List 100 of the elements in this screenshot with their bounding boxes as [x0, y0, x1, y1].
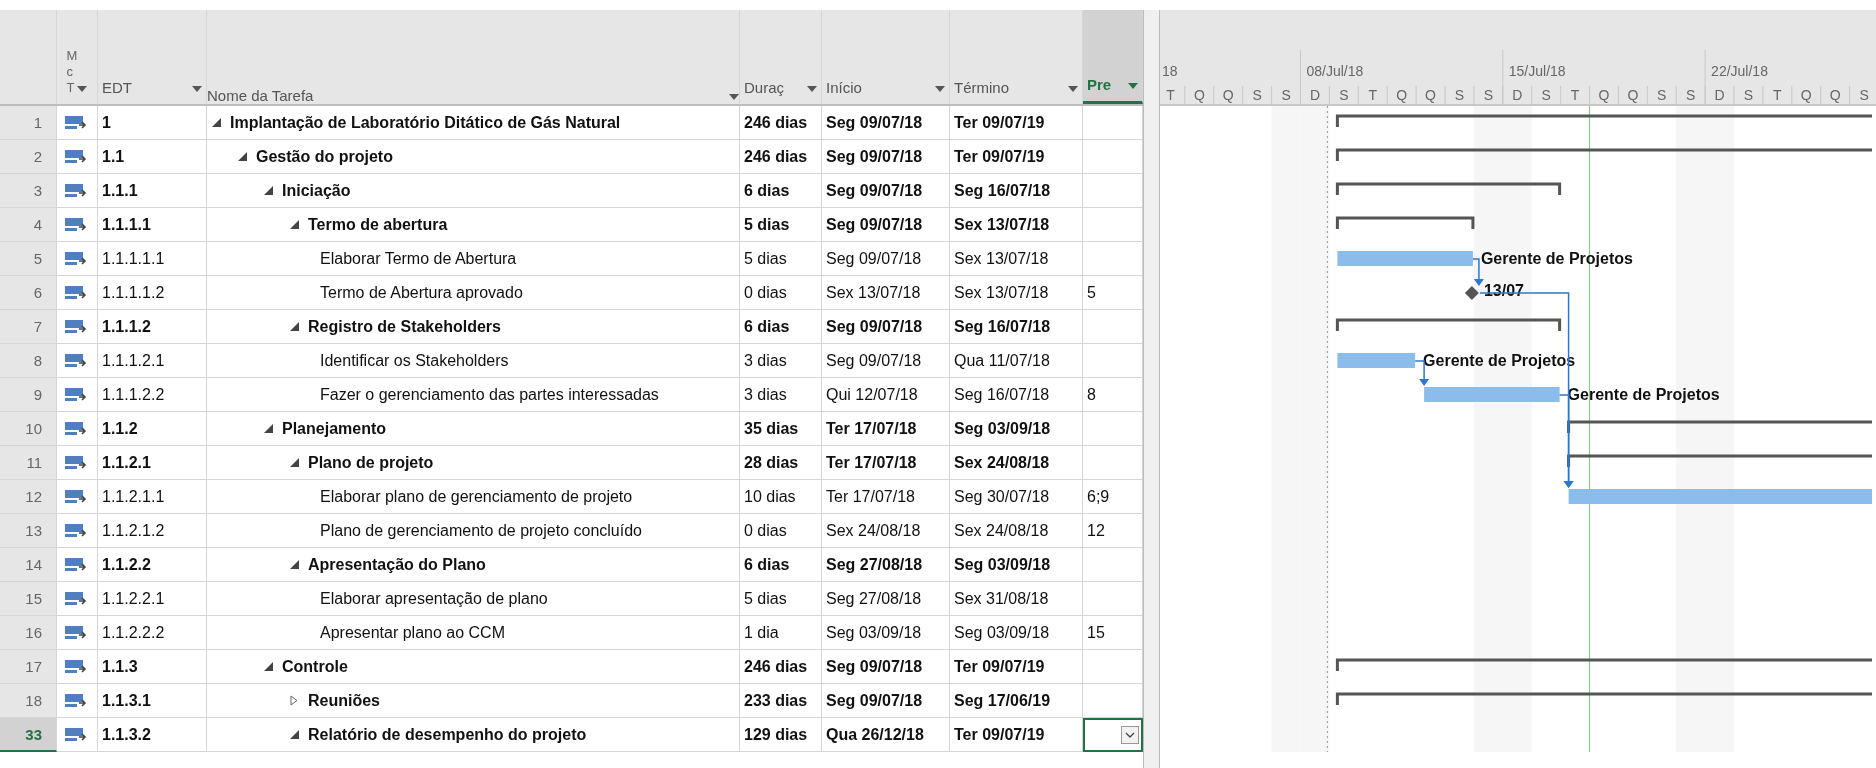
table-cell: Seg 30/07/18	[950, 480, 1083, 514]
day-label: Q	[1193, 87, 1205, 103]
summary-bar[interactable]	[1567, 454, 1872, 467]
expand-triangle-icon[interactable]	[290, 695, 298, 706]
task-name: Plano de gerenciamento de projeto concluído	[320, 521, 642, 540]
row-number[interactable]: 13	[0, 514, 57, 548]
task-mode-icon	[65, 725, 89, 744]
table-cell: Sex 24/08/18	[950, 514, 1083, 548]
collapse-triangle-icon[interactable]	[264, 186, 273, 195]
day-label: S	[1483, 87, 1493, 103]
day-label: T	[1773, 87, 1782, 103]
summary-bar[interactable]	[1335, 692, 1872, 705]
row-number[interactable]: 7	[0, 310, 57, 344]
row-number[interactable]: 6	[0, 276, 57, 310]
table-cell: Ter 09/07/19	[950, 106, 1083, 140]
table-cell: 1.1.3.1	[98, 684, 207, 718]
collapse-triangle-icon[interactable]	[290, 458, 299, 467]
row-number[interactable]: 8	[0, 344, 57, 378]
table-cell: 246 dias	[740, 106, 822, 140]
dropdown-arrow-icon[interactable]	[1068, 86, 1078, 92]
row-number[interactable]: 12	[0, 480, 57, 514]
collapse-triangle-icon[interactable]	[212, 118, 221, 127]
task-name: Fazer o gerenciamento das partes interessadas	[320, 385, 659, 404]
column-header[interactable]: Pre	[1083, 10, 1143, 104]
row-number[interactable]: 9	[0, 378, 57, 412]
row-number[interactable]: 33	[0, 718, 57, 752]
table-cell: 1	[98, 106, 207, 140]
table-cell: 1.1.1.1	[98, 208, 207, 242]
table-cell: 6 dias	[740, 548, 822, 582]
summary-bar[interactable]	[1335, 148, 1872, 161]
task-name: Iniciação	[282, 181, 351, 200]
column-header[interactable]: Nome da Tarefa	[207, 10, 740, 104]
summary-bar[interactable]	[1335, 318, 1562, 331]
milestone-diamond[interactable]	[1464, 286, 1479, 300]
day-label: Q	[1627, 87, 1639, 103]
row-number[interactable]: 4	[0, 208, 57, 242]
table-cell: Ter 09/07/19	[950, 650, 1083, 684]
task-mode-icon	[65, 181, 89, 200]
row-number[interactable]: 3	[0, 174, 57, 208]
collapse-triangle-icon[interactable]	[264, 424, 273, 433]
day-label: S	[1859, 87, 1869, 103]
table-cell: Sex 31/08/18	[950, 582, 1083, 616]
dropdown-arrow-icon[interactable]	[192, 86, 202, 92]
week-label: 15/Jul/18	[1508, 63, 1566, 79]
table-cell: 1.1.1.1.1	[98, 242, 207, 276]
table-cell: Sex 24/08/18	[822, 514, 950, 548]
collapse-triangle-icon[interactable]	[290, 730, 299, 739]
dropdown-arrow-icon[interactable]	[729, 94, 739, 100]
summary-bar[interactable]	[1567, 420, 1872, 433]
dropdown-arrow-icon[interactable]	[77, 86, 88, 92]
table-cell: Seg 16/07/18	[950, 310, 1083, 344]
summary-bar[interactable]	[1335, 114, 1872, 127]
table-cell: Seg 27/08/18	[822, 582, 950, 616]
table-cell: Seg 09/07/18	[822, 208, 950, 242]
task-name: Gestão do projeto	[256, 147, 393, 166]
resource-label: Gerente de Projetos	[1567, 386, 1720, 403]
row-number[interactable]: 15	[0, 582, 57, 616]
table-cell: Seg 09/07/18	[822, 242, 950, 276]
dropdown-arrow-icon[interactable]	[807, 86, 817, 92]
table-cell: 0 dias	[740, 514, 822, 548]
task-mode-icon	[65, 249, 89, 268]
table-cell: 0 dias	[740, 276, 822, 310]
task-mode-icon	[65, 419, 89, 438]
collapse-triangle-icon[interactable]	[238, 152, 247, 161]
predecessor-field[interactable]	[1083, 718, 1143, 752]
table-cell: 246 dias	[740, 140, 822, 174]
row-number[interactable]: 18	[0, 684, 57, 718]
row-number[interactable]: 5	[0, 242, 57, 276]
table-cell: Sex 13/07/18	[950, 208, 1083, 242]
day-label: Q	[1396, 87, 1408, 103]
summary-bar[interactable]	[1335, 216, 1475, 229]
collapse-triangle-icon[interactable]	[290, 560, 299, 569]
summary-bar[interactable]	[1335, 182, 1562, 195]
task-name: Termo de abertura	[308, 215, 448, 234]
table-cell: Seg 09/07/18	[822, 650, 950, 684]
row-number[interactable]: 1	[0, 106, 57, 140]
collapse-triangle-icon[interactable]	[290, 322, 299, 331]
row-number[interactable]: 10	[0, 412, 57, 446]
task-name: Relatório de desempenho do projeto	[308, 725, 587, 744]
table-cell: Qua 26/12/18	[822, 718, 950, 752]
row-number[interactable]: 14	[0, 548, 57, 582]
task-name: Apresentar plano ao CCM	[320, 623, 505, 642]
row-number[interactable]: 16	[0, 616, 57, 650]
table-cell: 246 dias	[740, 650, 822, 684]
row-number[interactable]: 17	[0, 650, 57, 684]
summary-bar[interactable]	[1335, 658, 1872, 671]
dropdown-arrow-icon[interactable]	[935, 86, 945, 92]
table-cell: 1.1.2.1	[98, 446, 207, 480]
table-cell: 1.1.2.2.1	[98, 582, 207, 616]
collapse-triangle-icon[interactable]	[290, 220, 299, 229]
task-mode-icon	[65, 283, 89, 302]
task-name: Elaborar plano de gerenciamento de projeto	[320, 487, 633, 506]
table-cell: Qua 11/07/18	[950, 344, 1083, 378]
dropdown-button-icon[interactable]	[1121, 726, 1139, 744]
dropdown-arrow-icon[interactable]	[1128, 83, 1138, 89]
day-label: S	[1339, 87, 1349, 103]
collapse-triangle-icon[interactable]	[264, 662, 273, 671]
row-number[interactable]: 2	[0, 140, 57, 174]
task-name: Elaborar apresentação de plano	[320, 589, 548, 608]
row-number[interactable]: 11	[0, 446, 57, 480]
